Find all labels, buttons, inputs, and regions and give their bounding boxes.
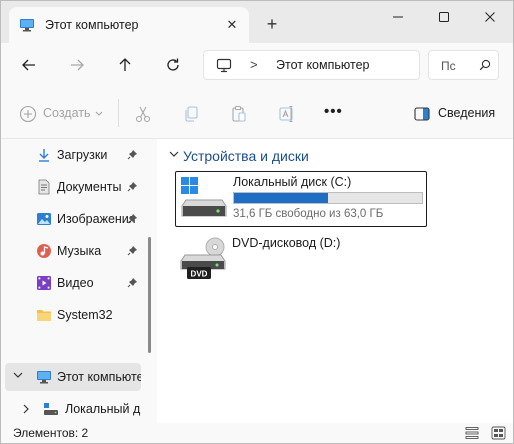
more-options-button[interactable]: •••	[324, 104, 346, 123]
forward-button[interactable]	[62, 51, 92, 79]
refresh-icon	[167, 58, 179, 71]
sidebar-item-pictures[interactable]: Изображения	[1, 205, 157, 233]
download-icon	[39, 149, 49, 162]
drive-free-space: 31,6 ГБ свободно из 63,0 ГБ	[233, 208, 384, 220]
details-pane-icon	[414, 107, 430, 121]
up-button[interactable]	[110, 51, 140, 79]
details-label: Сведения	[438, 106, 496, 120]
dvd-drive-icon: DVD	[180, 237, 226, 279]
pin-icon[interactable]	[127, 277, 138, 288]
chevron-down-icon[interactable]	[169, 151, 179, 158]
computer-icon	[20, 19, 34, 32]
search-placeholder: Пс	[441, 59, 456, 73]
new-tab-button[interactable]: +	[261, 13, 283, 35]
drive-item-d[interactable]: DVD DVD-дисковод (D:)	[175, 233, 427, 289]
sidebar-item-label: Этот компьютер	[57, 370, 141, 384]
chevron-right-icon[interactable]	[23, 404, 30, 414]
sidebar-item-local-disk[interactable]: Локальный диск	[1, 395, 157, 423]
sidebar-item-label: System32	[57, 308, 113, 322]
tab-this-pc[interactable]: Этот компьютер ✕	[9, 7, 249, 43]
view-toggle-icons[interactable]	[465, 426, 507, 440]
refresh-button[interactable]	[158, 51, 188, 79]
pin-icon[interactable]	[127, 213, 138, 224]
title-bar: Этот компьютер ✕ +	[1, 1, 513, 43]
sidebar-item-label: Локальный диск	[65, 402, 141, 416]
drive-name: DVD-дисковод (D:)	[232, 236, 341, 250]
drive-item-c[interactable]: Локальный диск (C:) 31,6 ГБ свободно из …	[175, 171, 427, 227]
sidebar-item-documents[interactable]: Документы	[1, 173, 157, 201]
sidebar-item-this-pc[interactable]: Этот компьютер	[5, 363, 141, 391]
pin-icon[interactable]	[127, 181, 138, 192]
drive-usage-bar	[233, 192, 423, 204]
status-bar: Элементов: 2	[1, 423, 513, 443]
command-separator	[118, 99, 119, 127]
system-drive-icon	[181, 177, 227, 217]
pin-icon[interactable]	[127, 149, 138, 160]
rename-icon[interactable]	[278, 105, 296, 123]
pictures-icon	[37, 213, 51, 225]
arrow-left-icon	[22, 59, 35, 71]
tab-title: Этот компьютер	[45, 18, 139, 32]
computer-icon	[216, 58, 232, 73]
search-input[interactable]: Пс	[428, 50, 499, 80]
item-count: Элементов: 2	[13, 426, 89, 440]
tab-close-button[interactable]: ✕	[223, 16, 241, 34]
sidebar-scrollbar[interactable]	[148, 237, 151, 353]
maximize-button[interactable]	[421, 1, 467, 33]
breadcrumb-this-pc[interactable]: Этот компьютер	[276, 58, 369, 72]
close-icon	[485, 12, 495, 22]
breadcrumb-separator[interactable]: >	[250, 57, 258, 72]
copy-icon[interactable]	[182, 105, 200, 123]
create-label: Создать	[43, 106, 91, 120]
back-button[interactable]	[14, 51, 44, 79]
navigation-pane: Загрузки Документы Изображения Музыка Ви…	[1, 139, 157, 423]
tiles-view-icon	[491, 426, 506, 440]
close-button[interactable]	[467, 1, 513, 33]
explorer-window: Этот компьютер ✕ + > Этот компьютер Пс С…	[0, 0, 514, 444]
dvd-badge: DVD	[191, 270, 208, 279]
documents-icon	[38, 179, 50, 195]
plus-circle-icon	[19, 105, 37, 123]
navigation-bar: > Этот компьютер Пс	[1, 43, 513, 87]
minimize-icon	[393, 16, 403, 18]
group-header[interactable]: Устройства и диски	[183, 148, 309, 164]
sidebar-item-video[interactable]: Видео	[1, 269, 157, 297]
folder-icon	[37, 310, 51, 321]
minimize-button[interactable]	[375, 1, 421, 33]
maximize-icon	[439, 12, 449, 22]
video-icon	[37, 276, 51, 290]
search-icon	[479, 59, 491, 71]
music-icon	[37, 244, 51, 258]
arrow-right-icon	[71, 59, 84, 71]
computer-icon	[37, 371, 51, 384]
drive-usage-fill	[234, 193, 328, 203]
sidebar-item-music[interactable]: Музыка	[1, 237, 157, 265]
drive-icon	[44, 403, 58, 415]
address-bar[interactable]: > Этот компьютер	[203, 50, 420, 80]
details-view-icon	[465, 427, 479, 439]
sidebar-item-system32[interactable]: System32	[1, 301, 157, 329]
cut-icon[interactable]	[134, 105, 152, 123]
pin-icon[interactable]	[127, 245, 138, 256]
content-pane: Устройства и диски Локальный диск (C:) 3…	[157, 139, 513, 423]
chevron-down-icon[interactable]	[13, 372, 23, 379]
command-bar: Создать ••• Сведения	[1, 87, 513, 139]
drive-name: Локальный диск (C:)	[233, 175, 352, 189]
chevron-down-icon	[95, 111, 103, 116]
sidebar-item-downloads[interactable]: Загрузки	[1, 141, 157, 169]
arrow-up-icon	[119, 58, 131, 71]
paste-icon[interactable]	[230, 105, 248, 123]
